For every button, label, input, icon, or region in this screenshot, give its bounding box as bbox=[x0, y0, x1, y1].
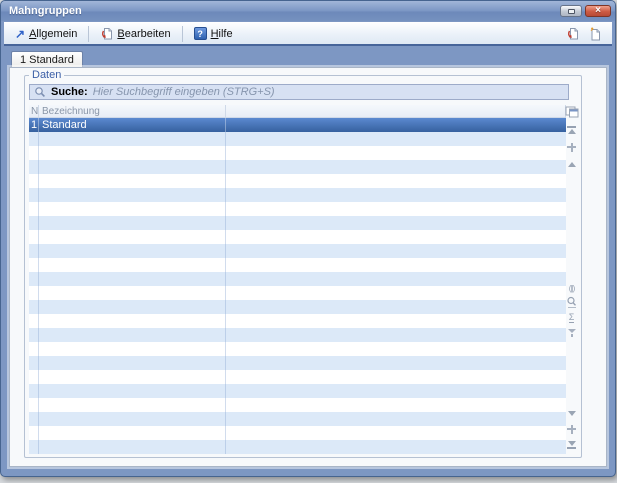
hilfe-button[interactable]: ? Hilfe bbox=[189, 25, 238, 42]
table-row[interactable] bbox=[29, 216, 566, 230]
table-row[interactable] bbox=[29, 398, 566, 412]
tab-strip: 1 Standard bbox=[1, 46, 615, 67]
bearbeiten-button[interactable]: Bearbeiten bbox=[95, 25, 175, 43]
table-row[interactable] bbox=[29, 230, 566, 244]
scroll-to-top-button[interactable] bbox=[564, 124, 579, 136]
column-header-empty[interactable] bbox=[226, 105, 566, 117]
table-row[interactable] bbox=[29, 174, 566, 188]
row-up-button[interactable] bbox=[564, 158, 579, 170]
column-header-bezeichnung[interactable]: Bezeichnung bbox=[39, 105, 226, 117]
table-row[interactable] bbox=[29, 202, 566, 216]
bearbeiten-label: Bearbeiten bbox=[117, 28, 170, 40]
arrow-up-right-icon: ↗ bbox=[15, 28, 25, 40]
titlebar[interactable]: Mahngruppen × bbox=[1, 1, 615, 21]
table-body: 1 Standard bbox=[29, 118, 566, 454]
tab-standard[interactable]: 1 Standard bbox=[11, 51, 83, 67]
search-input[interactable]: Suche: Hier Suchbegriff eingeben (STRG+S… bbox=[29, 84, 569, 100]
daten-groupbox-label: Daten bbox=[29, 69, 64, 82]
row-up-icon bbox=[568, 162, 576, 167]
toolbar: ↗ Allgemein Bearbeiten ? Hilfe bbox=[4, 22, 612, 44]
toolbar-separator bbox=[88, 26, 89, 42]
page-down-icon bbox=[567, 425, 576, 434]
search-placeholder: Hier Suchbegriff eingeben (STRG+S) bbox=[93, 86, 275, 98]
sum-button[interactable]: Σ bbox=[564, 312, 579, 324]
table-row[interactable] bbox=[29, 370, 566, 384]
new-document-icon bbox=[589, 27, 602, 41]
table-row[interactable] bbox=[29, 314, 566, 328]
filter-icon bbox=[568, 329, 576, 337]
column-width-button[interactable]: (||) bbox=[564, 282, 579, 294]
allgemein-button[interactable]: ↗ Allgemein bbox=[10, 26, 82, 42]
tab-page-panel: Daten Suche: Hier Suchbegriff eingeben (… bbox=[9, 67, 607, 467]
search-list-button[interactable] bbox=[564, 296, 579, 308]
cell-bezeichnung: Standard bbox=[39, 118, 226, 132]
table-row[interactable] bbox=[29, 132, 566, 146]
page-up-button[interactable] bbox=[564, 141, 579, 153]
cell-empty bbox=[226, 118, 566, 132]
scroll-to-top-icon bbox=[567, 126, 576, 134]
table-row-selected[interactable]: 1 Standard bbox=[29, 118, 566, 132]
table-header[interactable]: N Bezeichnung bbox=[29, 105, 566, 118]
row-down-icon bbox=[568, 411, 576, 416]
scroll-to-bottom-button[interactable] bbox=[564, 439, 579, 451]
table-row[interactable] bbox=[29, 258, 566, 272]
column-width-icon: (||) bbox=[569, 284, 574, 293]
search-label: Suche: bbox=[51, 86, 88, 98]
column-header-n[interactable]: N bbox=[29, 105, 39, 117]
page-down-button[interactable] bbox=[564, 423, 579, 435]
sum-icon: Σ bbox=[569, 313, 575, 323]
new-document-button[interactable] bbox=[585, 25, 606, 43]
document-red-arrow-icon bbox=[100, 27, 113, 41]
document-red-arrow-icon bbox=[566, 27, 579, 41]
mahngruppen-table: N Bezeichnung 1 Standard bbox=[29, 105, 566, 454]
page-up-icon bbox=[567, 143, 576, 152]
close-button[interactable]: × bbox=[585, 5, 611, 17]
table-row[interactable] bbox=[29, 412, 566, 426]
search-list-icon bbox=[566, 296, 578, 309]
cell-n: 1 bbox=[29, 118, 39, 132]
row-down-button[interactable] bbox=[564, 407, 579, 419]
scroll-to-bottom-icon bbox=[567, 441, 576, 449]
table-row[interactable] bbox=[29, 342, 566, 356]
window-title: Mahngruppen bbox=[9, 5, 557, 17]
table-row[interactable] bbox=[29, 146, 566, 160]
minimize-button[interactable] bbox=[560, 5, 582, 17]
hilfe-label: Hilfe bbox=[211, 28, 233, 40]
table-row[interactable] bbox=[29, 356, 566, 370]
table-row[interactable] bbox=[29, 160, 566, 174]
search-icon bbox=[34, 86, 46, 98]
daten-groupbox: Daten Suche: Hier Suchbegriff eingeben (… bbox=[24, 75, 582, 458]
allgemein-label: Allgemein bbox=[29, 28, 77, 40]
table-row[interactable] bbox=[29, 328, 566, 342]
table-row[interactable] bbox=[29, 244, 566, 258]
table-row[interactable] bbox=[29, 286, 566, 300]
windows-button[interactable] bbox=[564, 106, 579, 118]
table-row[interactable] bbox=[29, 188, 566, 202]
table-row[interactable] bbox=[29, 426, 566, 440]
grid-icon-rail: (||) Σ bbox=[563, 106, 580, 453]
table-row[interactable] bbox=[29, 300, 566, 314]
toolbar-separator bbox=[182, 26, 183, 42]
help-icon: ? bbox=[194, 27, 207, 40]
windows-icon bbox=[565, 106, 579, 118]
table-row[interactable] bbox=[29, 440, 566, 454]
minimize-icon bbox=[568, 9, 575, 14]
table-row[interactable] bbox=[29, 384, 566, 398]
mahngruppen-window: Mahngruppen × ↗ Allgemein Bearbeiten bbox=[0, 0, 616, 477]
filter-button[interactable] bbox=[564, 327, 579, 339]
table-row[interactable] bbox=[29, 272, 566, 286]
refresh-document-button[interactable] bbox=[562, 25, 583, 43]
